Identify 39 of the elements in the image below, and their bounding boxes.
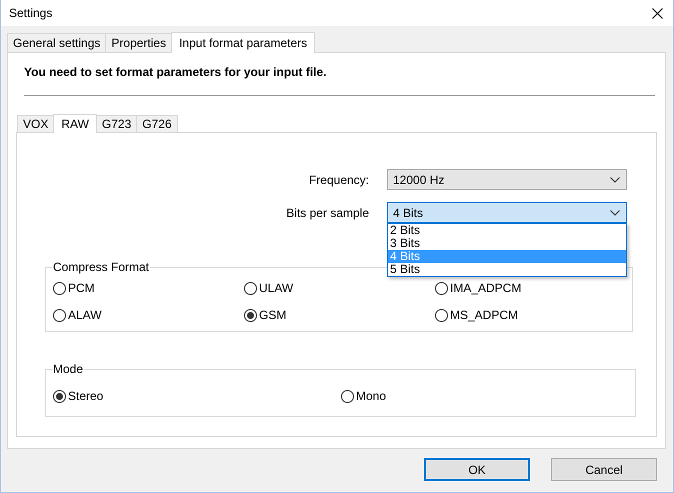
radio-button[interactable]: [435, 308, 448, 322]
dialog-button[interactable]: OK: [424, 458, 530, 481]
group-title: Mode: [52, 362, 84, 376]
radio-label[interactable]: MS_ADPCM: [450, 308, 518, 322]
radio-button[interactable]: [53, 390, 66, 402]
dropdown-option[interactable]: 5 Bits: [388, 263, 626, 276]
window-title: Settings: [9, 6, 52, 20]
dropdown-option[interactable]: 2 Bits: [388, 224, 626, 237]
instruction-text: You need to set format parameters for your input file.: [24, 65, 328, 79]
tab[interactable]: Input format parameters: [171, 32, 316, 53]
field-label: Bits per sample: [286, 206, 369, 220]
radio-label[interactable]: Mono: [356, 389, 386, 403]
radio-button[interactable]: [244, 308, 257, 322]
tab[interactable]: G726: [136, 115, 178, 132]
radio-label[interactable]: ALAW: [68, 308, 102, 322]
radio-button[interactable]: [341, 390, 354, 402]
tab[interactable]: RAW: [53, 114, 97, 133]
tab[interactable]: G723: [96, 115, 138, 132]
tab[interactable]: VOX: [17, 115, 54, 132]
group-title: Compress Format: [52, 260, 150, 274]
tab[interactable]: Properties: [105, 33, 172, 52]
tab[interactable]: General settings: [7, 33, 106, 52]
radio-label[interactable]: IMA_ADPCM: [450, 281, 522, 295]
field-label: Frequency:: [308, 172, 369, 186]
radio-label[interactable]: PCM: [68, 281, 95, 295]
radio-button[interactable]: [53, 308, 66, 322]
radio-button[interactable]: [244, 282, 257, 294]
dialog-button[interactable]: Cancel: [551, 458, 657, 481]
close-icon[interactable]: [652, 8, 663, 18]
radio-button[interactable]: [53, 282, 66, 294]
chevron-icon: [610, 210, 620, 216]
dropdown-option[interactable]: 3 Bits: [388, 237, 626, 250]
chevron-icon: [610, 176, 620, 182]
radio-label[interactable]: ULAW: [259, 281, 294, 295]
dropdown[interactable]: 12000 Hz: [387, 169, 627, 190]
radio-label[interactable]: GSM: [259, 308, 286, 322]
dropdown[interactable]: 4 Bits: [387, 202, 627, 223]
radio-label[interactable]: Stereo: [68, 389, 104, 403]
radio-button[interactable]: [435, 282, 448, 294]
